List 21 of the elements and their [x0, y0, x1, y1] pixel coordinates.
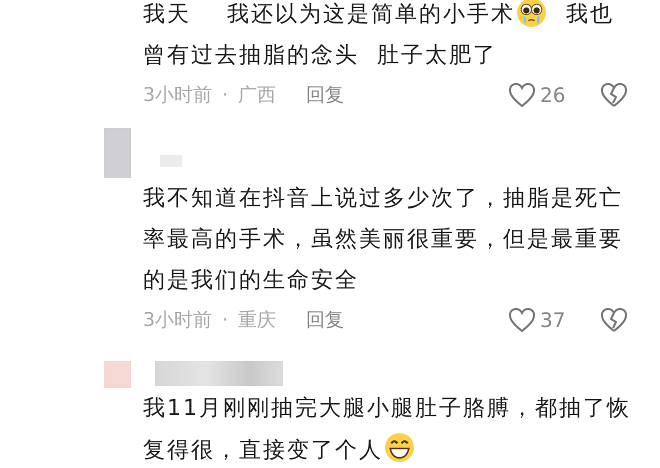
comment-text: 我天 我还以为这是简单的小手术	[143, 2, 515, 27]
comment-location: 重庆	[238, 308, 276, 333]
comment-text: 我11月刚刚抽完大腿小腿肚子胳膊，都抽了恢	[143, 396, 631, 421]
broken-heart-icon[interactable]	[600, 307, 628, 333]
separator-dot: ·	[222, 84, 228, 106]
like-count: 26	[540, 83, 566, 107]
reply-button[interactable]: 回复	[306, 82, 344, 108]
grinning-face-icon	[383, 431, 416, 464]
reply-button[interactable]: 回复	[306, 307, 344, 333]
broken-heart-icon[interactable]	[600, 82, 628, 108]
comment-location: 广西	[238, 83, 276, 108]
comment-time: 3小时前	[143, 83, 212, 108]
comment-text: 我也	[564, 2, 614, 27]
comment-text: 复得很，直接变了个人	[143, 438, 383, 463]
like-count: 37	[540, 308, 566, 332]
heart-icon[interactable]	[508, 82, 536, 108]
heart-icon[interactable]	[508, 307, 536, 333]
separator-dot: ·	[222, 309, 228, 331]
comment-text: 我不知道在抖音上说过多少次了，抽脂是死亡率最高的手术，虽然美丽很重要，但是最重要的是我们的生命安全	[143, 186, 623, 293]
comment-time: 3小时前	[143, 308, 212, 333]
comment-text: 曾有过去抽脂的念头 肚子太肥了	[143, 43, 497, 68]
